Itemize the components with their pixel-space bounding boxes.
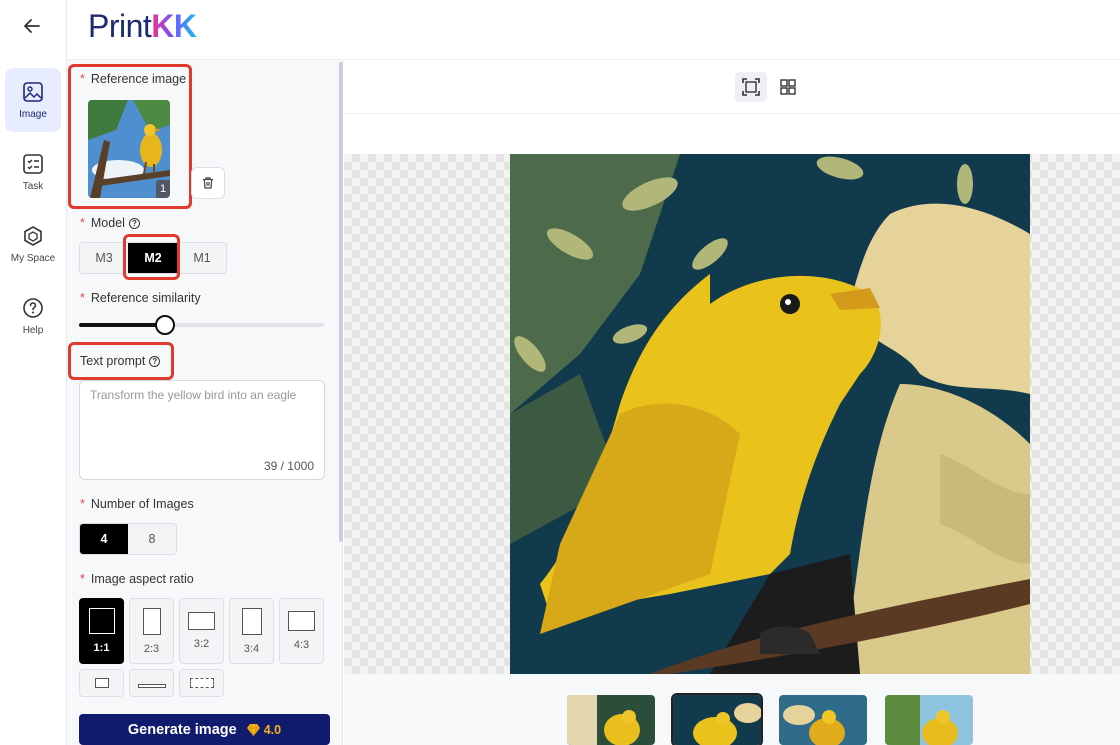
printkk-logo[interactable]: PrintKK bbox=[88, 8, 197, 45]
nav-item-my-space[interactable]: My Space bbox=[5, 212, 61, 276]
generate-image-button[interactable]: Generate image 4.0 bbox=[79, 714, 330, 745]
model-option-m1[interactable]: M1 bbox=[178, 243, 226, 273]
delete-image-button[interactable] bbox=[191, 167, 225, 199]
yellow-bird-thumbnail bbox=[885, 695, 973, 745]
generated-image-preview[interactable] bbox=[510, 154, 1030, 674]
yellow-bird-thumbnail bbox=[673, 695, 761, 745]
result-thumbnail[interactable] bbox=[779, 695, 867, 745]
question-circle-icon bbox=[23, 297, 43, 318]
app-root: Image Task My Space Help PrintKK * Refere… bbox=[0, 0, 1120, 745]
fullscreen-icon bbox=[742, 78, 760, 96]
result-thumbnail[interactable] bbox=[567, 695, 655, 745]
top-header: PrintKK bbox=[67, 0, 1120, 60]
nav-item-label: My Space bbox=[10, 252, 56, 264]
help-icon[interactable]: ? bbox=[149, 355, 161, 367]
ratio-square-shape bbox=[88, 608, 115, 634]
reference-image-thumbnail[interactable]: 1 bbox=[88, 100, 170, 198]
task-list-icon bbox=[23, 153, 43, 174]
result-thumbnail[interactable] bbox=[885, 695, 973, 745]
cube-icon bbox=[24, 225, 42, 246]
ratio-shape bbox=[188, 612, 215, 630]
aspect-option-tall[interactable] bbox=[79, 669, 124, 697]
ratio-shape bbox=[189, 678, 214, 688]
grid-icon bbox=[780, 79, 796, 95]
nav-item-label: Help bbox=[22, 324, 44, 336]
number-of-images-selector: 4 8 bbox=[79, 523, 177, 555]
diamond-icon bbox=[246, 723, 260, 736]
highlight-model-m2 bbox=[123, 234, 180, 280]
nav-item-task[interactable]: Task bbox=[5, 140, 61, 204]
single-view-button[interactable] bbox=[735, 72, 767, 102]
aspect-option-3-4[interactable]: 3:4 bbox=[229, 598, 274, 664]
ratio-shape bbox=[137, 684, 166, 688]
prompt-placeholder: Transform the yellow bird into an eagle bbox=[90, 388, 297, 402]
text-prompt-input[interactable]: Transform the yellow bird into an eagle … bbox=[79, 380, 325, 480]
model-label: * Model? bbox=[80, 216, 140, 230]
image-count-badge: 1 bbox=[156, 180, 170, 198]
aspect-option-3-2[interactable]: 3:2 bbox=[179, 598, 224, 664]
nav-item-help[interactable]: Help bbox=[5, 284, 61, 348]
help-icon[interactable]: ? bbox=[128, 217, 140, 229]
yellow-bird-thumbnail bbox=[567, 695, 655, 745]
slider-handle[interactable] bbox=[155, 315, 175, 335]
character-counter: 39 / 1000 bbox=[263, 459, 314, 473]
nav-item-image[interactable]: Image bbox=[5, 68, 61, 132]
preview-toolbar bbox=[344, 60, 1120, 114]
reference-image-label: * Reference image bbox=[80, 72, 187, 86]
ratio-shape bbox=[288, 611, 315, 631]
text-prompt-label: Text prompt? bbox=[80, 354, 161, 368]
result-thumbnail-selected[interactable] bbox=[671, 693, 763, 745]
count-option-8[interactable]: 8 bbox=[128, 524, 176, 554]
trash-icon bbox=[203, 177, 213, 189]
credit-cost: 4.0 bbox=[246, 723, 281, 737]
nav-item-label: Task bbox=[22, 180, 44, 192]
image-icon bbox=[23, 81, 43, 102]
similarity-slider[interactable] bbox=[79, 315, 324, 335]
count-option-4[interactable]: 4 bbox=[80, 524, 128, 554]
left-nav-rail: Image Task My Space Help bbox=[0, 0, 67, 745]
nav-item-label: Image bbox=[19, 108, 47, 120]
similarity-label: * Reference similarity bbox=[80, 291, 201, 305]
aspect-option-1-1[interactable]: 1:1 bbox=[79, 598, 124, 664]
ratio-shape bbox=[94, 678, 109, 688]
panel-scrollbar[interactable] bbox=[339, 62, 343, 542]
slider-fill bbox=[79, 323, 165, 327]
aspect-ratio-label: * Image aspect ratio bbox=[80, 572, 194, 586]
back-button[interactable] bbox=[18, 12, 46, 40]
ratio-shape bbox=[142, 607, 161, 635]
aspect-option-4-3[interactable]: 4:3 bbox=[279, 598, 324, 664]
yellow-bird-thumbnail bbox=[779, 695, 867, 745]
ratio-shape bbox=[241, 607, 262, 635]
arrow-left-icon bbox=[24, 19, 40, 33]
aspect-option-2-3[interactable]: 2:3 bbox=[129, 598, 174, 664]
model-option-m3[interactable]: M3 bbox=[80, 243, 128, 273]
aspect-option-wide[interactable] bbox=[129, 669, 174, 697]
aspect-option-custom[interactable] bbox=[179, 669, 224, 697]
grid-view-button[interactable] bbox=[772, 72, 804, 102]
number-of-images-label: * Number of Images bbox=[80, 497, 194, 511]
yellow-bird-artwork bbox=[510, 154, 1030, 674]
